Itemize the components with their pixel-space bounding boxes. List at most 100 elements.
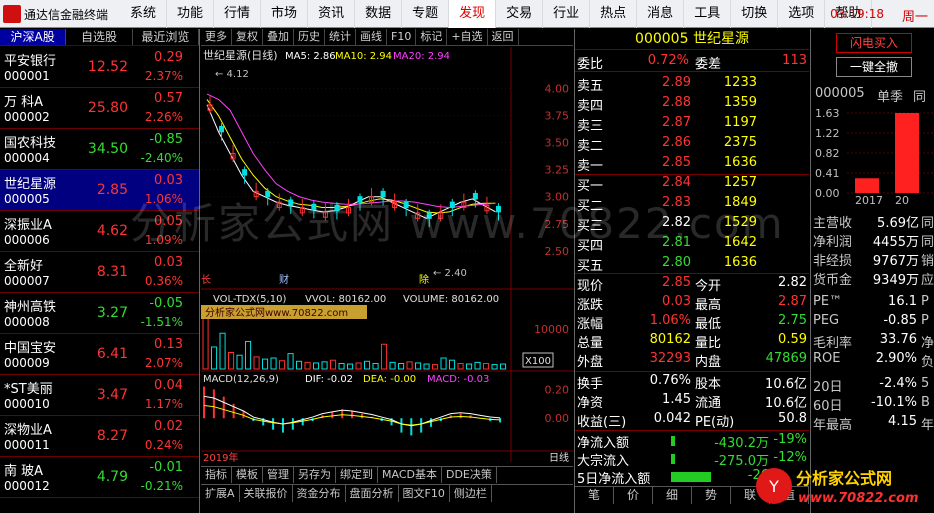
chart_bottom1-btn-6[interactable]: DDE决策	[442, 467, 497, 483]
fund-value: 50.8	[778, 411, 807, 426]
fin-unit: 应	[921, 273, 934, 288]
menu-item-6[interactable]: 专题	[402, 0, 450, 28]
watchlist-row[interactable]: 平安银行 000001 12.52 0.29 2.37%	[0, 47, 199, 88]
fin-label: 净利润	[813, 235, 853, 250]
chart_bottom1-btn-1[interactable]: 模板	[232, 467, 263, 483]
watchlist-row[interactable]: 国农科技 000004 34.50 -0.85 -2.40%	[0, 129, 199, 170]
ratio-unit: P	[921, 313, 929, 328]
watchlist-row[interactable]: 中国宝安 000009 6.41 0.13 2.07%	[0, 334, 199, 375]
chart_toolbar-btn-5[interactable]: 画线	[356, 29, 387, 45]
stock-price: 8.27	[96, 428, 128, 444]
chart_bottom1-btn-3[interactable]: 另存为	[294, 467, 336, 483]
chart_bottom2-btn-1[interactable]: 关联报价	[240, 485, 293, 502]
stat-label: 最高	[695, 298, 722, 313]
stock-change: 0.04	[154, 378, 183, 393]
menu-item-12[interactable]: 工具	[684, 0, 732, 28]
menu-item-1[interactable]: 功能	[167, 0, 215, 28]
chart_toolbar-btn-8[interactable]: +自选	[447, 29, 488, 45]
stock-code: 000009	[4, 356, 50, 370]
chart_bottom2-btn-0[interactable]: 扩展A	[201, 485, 240, 502]
chart_toolbar-btn-9[interactable]: 返回	[488, 29, 519, 45]
stock-name: 中国宝安	[4, 341, 57, 356]
chart_toolbar-btn-4[interactable]: 统计	[325, 29, 356, 45]
watchlist-row[interactable]: 万 科A 000002 25.80 0.57 2.26%	[0, 88, 199, 129]
volume-bar	[262, 358, 269, 370]
ask-volume: 1359	[723, 95, 757, 110]
chart_toolbar-btn-7[interactable]: 标记	[416, 29, 448, 45]
chart_bottom1-btn-2[interactable]: 管理	[263, 467, 294, 483]
fin-value: 4455万	[872, 235, 919, 250]
chart_bottom2-btn-5[interactable]: 侧边栏	[450, 485, 492, 502]
quote-tab-3[interactable]: 势	[692, 487, 731, 504]
ma5-label: MA5: 2.86	[285, 51, 336, 62]
volume-bar	[211, 346, 218, 370]
chart_bottom1-btn-0[interactable]: 指标	[201, 467, 232, 483]
stat-value: 1.06%	[649, 313, 691, 328]
fund-label: 换手	[577, 377, 604, 392]
stock-change: 0.13	[154, 337, 183, 352]
menu-item-0[interactable]: 系统	[120, 0, 168, 28]
vol-title: VOL-TDX(5,10)	[213, 294, 286, 305]
menu-item-7[interactable]: 发现	[449, 0, 497, 28]
menu-item-4[interactable]: 资讯	[308, 0, 356, 28]
menu-item-11[interactable]: 消息	[637, 0, 685, 28]
volume-bar	[423, 363, 430, 370]
tab-recent[interactable]: 最近浏览	[133, 29, 199, 45]
watchlist-row[interactable]: 南 玻A 000012 4.79 -0.01 -0.21%	[0, 457, 199, 498]
chart_toolbar-btn-3[interactable]: 历史	[294, 29, 325, 45]
quote-tab-1[interactable]: 价	[614, 487, 653, 504]
chart_toolbar-btn-2[interactable]: 叠加	[263, 29, 294, 45]
watchlist-row[interactable]: *ST美丽 000010 3.47 0.04 1.17%	[0, 375, 199, 416]
watchlist-row[interactable]: 深物业A 000011 8.27 0.02 0.24%	[0, 416, 199, 457]
chart_bottom1-btn-4[interactable]: 绑定到	[336, 467, 378, 483]
tab-hs-a[interactable]: 沪深A股	[0, 29, 67, 45]
cancel-all-button[interactable]: 一键全撤	[836, 57, 912, 77]
fin-value: 9767万	[872, 254, 919, 269]
menu-item-9[interactable]: 行业	[543, 0, 591, 28]
chart_bottom2-btn-3[interactable]: 盘面分析	[346, 485, 399, 502]
chart_bottom2-btn-2[interactable]: 资金分布	[293, 485, 346, 502]
menu-item-14[interactable]: 选项	[778, 0, 826, 28]
menu-item-5[interactable]: 数据	[355, 0, 403, 28]
main-menu: 系统 功能 行情 市场 资讯 数据 专题 发现 交易 行业 热点 消息 工具 切换 选项 帮助	[120, 0, 873, 28]
stock-name: 世纪星源	[4, 177, 57, 192]
chart_bottom1-btn-5[interactable]: MACD基本	[378, 467, 442, 483]
stock-code: 000002	[4, 110, 50, 124]
ratio-label: PE™	[813, 294, 843, 309]
chart_toolbar-btn-6[interactable]: F10	[387, 29, 417, 45]
volume-bar	[279, 360, 286, 370]
divider	[575, 430, 809, 431]
menu-item-8[interactable]: 交易	[496, 0, 544, 28]
stock-pct: 0.24%	[144, 438, 183, 452]
quote-tab-0[interactable]: 笔	[575, 487, 614, 504]
flow-label: 5日净流入额	[577, 472, 651, 487]
event-mark: 除	[419, 273, 429, 286]
stock-chart[interactable]: 世纪星源(日线) MA5: 2.86 MA10: 2.94 MA20: 2.94 4.0…	[201, 47, 574, 462]
ask-price: 2.86	[662, 135, 691, 150]
chart_toolbar-btn-1[interactable]: 复权	[232, 29, 263, 45]
flash-buy-button[interactable]: 闪电买入	[836, 33, 912, 53]
watchlist-row[interactable]: 全新好 000007 8.31 0.03 0.36%	[0, 252, 199, 293]
stat-label: 外盘	[577, 355, 604, 370]
price-tick: 4.00	[545, 83, 570, 96]
menu-item-13[interactable]: 切换	[731, 0, 779, 28]
stat-label: 涨幅	[577, 317, 604, 332]
watchlist-panel: 沪深A股 自选股 最近浏览 平安银行 000001 12.52 0.29 2.37% 万 …	[0, 29, 200, 513]
divider	[575, 174, 809, 175]
chart_toolbar-btn-0[interactable]: 更多	[201, 29, 232, 45]
quote-tab-2[interactable]: 细	[653, 487, 692, 504]
tab-favorites[interactable]: 自选股	[66, 29, 133, 45]
watchlist-row[interactable]: 神州高铁 000008 3.27 -0.05 -1.51%	[0, 293, 199, 334]
ask-label: 卖三	[577, 119, 604, 134]
fin-unit: 同	[921, 235, 934, 250]
weibi-label: 委比	[577, 57, 604, 72]
bid-price: 2.80	[662, 255, 691, 270]
volume-bar	[415, 362, 422, 370]
menu-item-3[interactable]: 市场	[261, 0, 309, 28]
menu-item-10[interactable]: 热点	[590, 0, 638, 28]
stock-price: 4.62	[96, 223, 128, 239]
chart_bottom2-btn-4[interactable]: 图文F10	[399, 485, 450, 502]
stock-name: 万 科A	[4, 95, 44, 110]
menu-item-2[interactable]: 行情	[214, 0, 262, 28]
macd-title: MACD(12,26,9)	[203, 374, 279, 385]
